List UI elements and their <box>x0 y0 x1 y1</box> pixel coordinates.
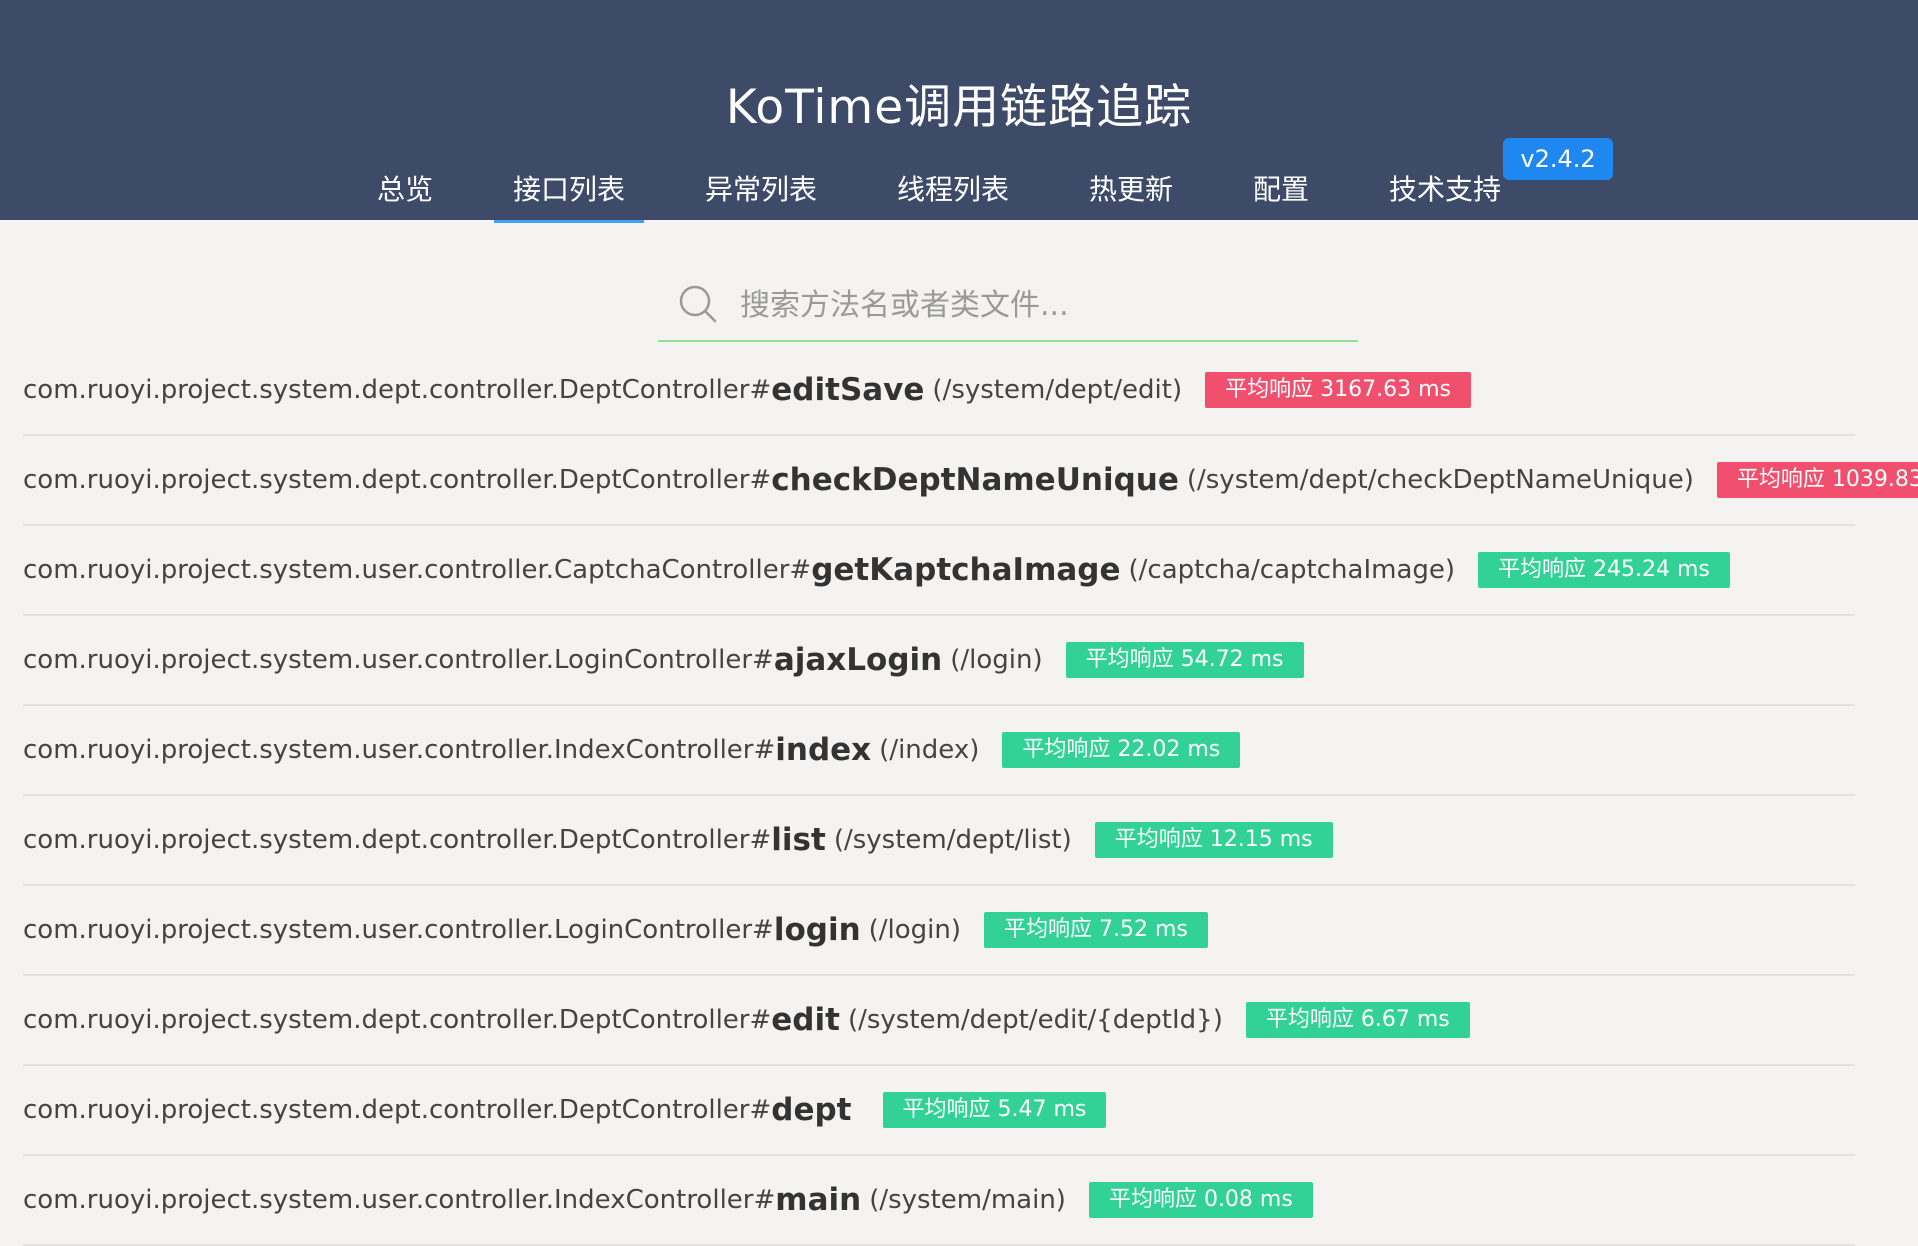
api-method-name: login <box>773 912 861 948</box>
api-class-name: com.ruoyi.project.system.dept.controller… <box>23 1095 772 1125</box>
avg-response-badge: 平均响应 3167.63 ms <box>1205 372 1471 408</box>
api-class-name: com.ruoyi.project.system.user.controller… <box>23 735 776 765</box>
avg-response-badge: 平均响应 22.02 ms <box>1002 732 1241 768</box>
api-method-name: edit <box>771 1002 840 1038</box>
main-nav: 总览 接口列表 异常列表 线程列表 热更新 配置 技术支持 <box>0 170 1918 223</box>
api-path: (/system/dept/edit) <box>932 375 1183 405</box>
app-header: KoTime调用链路追踪 总览 接口列表 异常列表 线程列表 热更新 配置 技术… <box>0 0 1918 223</box>
api-method-name: dept <box>771 1092 852 1128</box>
api-list: com.ruoyi.project.system.dept.controller… <box>23 346 1918 1246</box>
api-item[interactable]: com.ruoyi.project.system.dept.controller… <box>23 976 1855 1066</box>
api-method-name: editSave <box>771 372 925 408</box>
api-item[interactable]: com.ruoyi.project.system.user.controller… <box>23 1156 1855 1246</box>
avg-response-badge: 平均响应 6.67 ms <box>1245 1002 1470 1038</box>
tab-tech-support[interactable]: 技术支持 <box>1389 170 1501 220</box>
api-method-name: list <box>771 822 826 858</box>
api-path: (/index) <box>879 735 980 765</box>
api-item[interactable]: com.ruoyi.project.system.user.controller… <box>23 886 1855 976</box>
api-method-name: main <box>775 1182 862 1218</box>
api-class-name: com.ruoyi.project.system.dept.controller… <box>23 465 772 495</box>
tab-thread-list[interactable]: 线程列表 <box>897 170 1009 220</box>
avg-response-badge: 平均响应 5.47 ms <box>882 1092 1107 1128</box>
avg-response-badge: 平均响应 54.72 ms <box>1065 642 1304 678</box>
search-icon <box>679 285 717 323</box>
api-path: (/login) <box>868 915 962 945</box>
tab-config[interactable]: 配置 <box>1253 170 1309 220</box>
api-class-name: com.ruoyi.project.system.dept.controller… <box>23 825 772 855</box>
api-path: (/system/dept/list) <box>833 825 1072 855</box>
tab-api-list[interactable]: 接口列表 <box>494 170 644 223</box>
api-method-name: checkDeptNameUnique <box>771 462 1179 498</box>
tab-overview[interactable]: 总览 <box>377 170 433 220</box>
api-path: (/system/main) <box>869 1185 1066 1215</box>
api-method-name: ajaxLogin <box>773 642 943 678</box>
avg-response-badge: 平均响应 245.24 ms <box>1478 552 1730 588</box>
api-item[interactable]: com.ruoyi.project.system.dept.controller… <box>23 436 1918 526</box>
api-class-name: com.ruoyi.project.system.dept.controller… <box>23 375 772 405</box>
version-badge: v2.4.2 <box>1503 138 1613 180</box>
api-item[interactable]: com.ruoyi.project.system.dept.controller… <box>23 796 1855 886</box>
api-path: (/system/dept/checkDeptNameUnique) <box>1186 465 1694 495</box>
search-input[interactable] <box>738 278 1342 332</box>
api-path: (/captcha/captchaImage) <box>1128 555 1456 585</box>
api-class-name: com.ruoyi.project.system.dept.controller… <box>23 1005 772 1035</box>
api-class-name: com.ruoyi.project.system.user.controller… <box>23 915 774 945</box>
avg-response-badge: 平均响应 0.08 ms <box>1088 1182 1313 1218</box>
api-item[interactable]: com.ruoyi.project.system.dept.controller… <box>23 346 1855 436</box>
api-class-name: com.ruoyi.project.system.user.controller… <box>23 555 812 585</box>
api-class-name: com.ruoyi.project.system.user.controller… <box>23 645 774 675</box>
api-item[interactable]: com.ruoyi.project.system.dept.controller… <box>23 1066 1855 1156</box>
api-path: (/system/dept/edit/{deptId}) <box>847 1005 1223 1035</box>
api-path: (/login) <box>950 645 1043 675</box>
api-class-name: com.ruoyi.project.system.user.controller… <box>23 1185 776 1215</box>
api-item[interactable]: com.ruoyi.project.system.user.controller… <box>23 706 1855 796</box>
search-box <box>658 272 1358 342</box>
avg-response-badge: 平均响应 12.15 ms <box>1094 822 1333 858</box>
tab-exception-list[interactable]: 异常列表 <box>705 170 817 220</box>
avg-response-badge: 平均响应 1039.83 ms <box>1716 462 1918 498</box>
api-method-name: getKaptchaImage <box>811 552 1121 588</box>
api-method-name: index <box>775 732 872 768</box>
api-item[interactable]: com.ruoyi.project.system.user.controller… <box>23 526 1855 616</box>
avg-response-badge: 平均响应 7.52 ms <box>984 912 1208 948</box>
app-title: KoTime调用链路追踪 <box>725 80 1193 135</box>
tab-hot-update[interactable]: 热更新 <box>1089 170 1173 220</box>
api-item[interactable]: com.ruoyi.project.system.user.controller… <box>23 616 1855 706</box>
